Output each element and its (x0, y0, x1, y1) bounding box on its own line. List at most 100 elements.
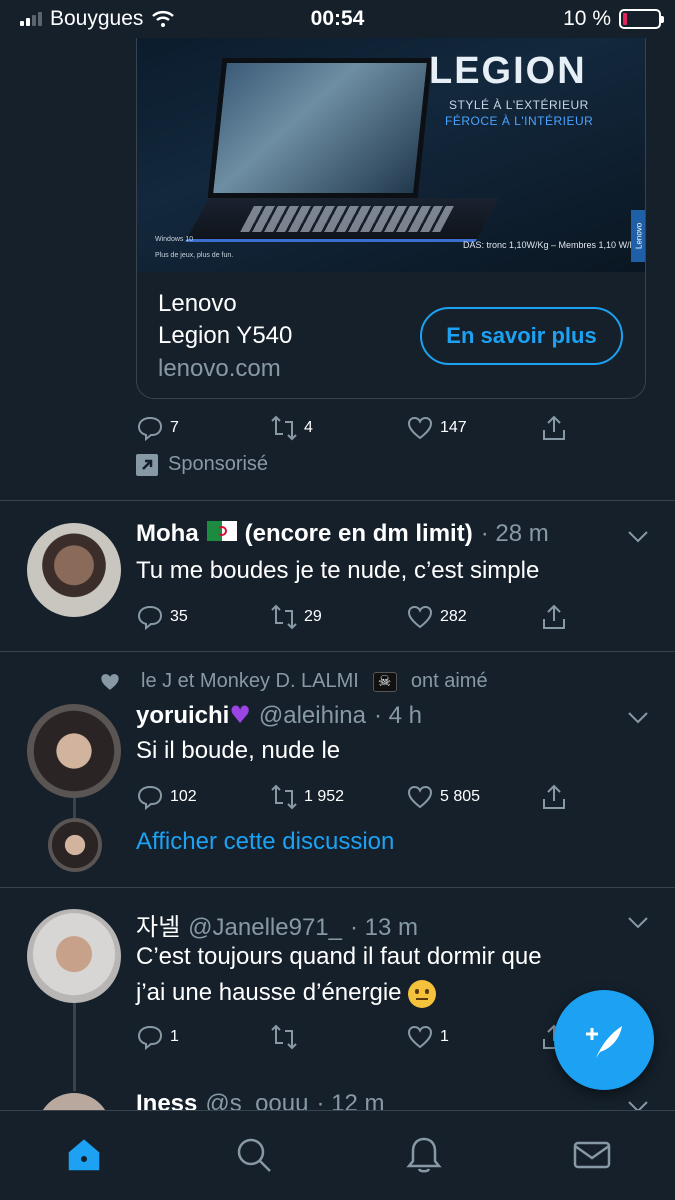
ad-image[interactable]: LEGION STYLÉ À L'EXTÉRIEUR FÉROCE À L'IN… (137, 38, 645, 272)
like-count: 282 (440, 608, 467, 625)
like-icon (407, 785, 433, 809)
thread-line (73, 1003, 76, 1091)
avatar[interactable] (27, 523, 121, 617)
reply-icon (137, 785, 163, 811)
windows-sub: Plus de jeux, plus de fun. (155, 252, 234, 259)
retweet-icon (271, 784, 297, 810)
carrier-name: Bouygues (50, 7, 144, 30)
tweet-header: Moha (encore en dm limit) · 28 m (136, 520, 549, 548)
retweet-count: 29 (304, 608, 322, 625)
search-icon (237, 1138, 271, 1172)
like-icon (407, 416, 433, 440)
reply-count: 7 (170, 419, 179, 436)
divider (0, 887, 675, 888)
social-context: le J et Monkey D. LALMI ont aimé (99, 670, 488, 693)
avatar[interactable] (27, 909, 121, 1003)
share-button[interactable] (540, 603, 568, 631)
liked-by-names[interactable]: le J et Monkey D. LALMI (141, 670, 359, 693)
ad-tagline-1: STYLÉ À L'EXTÉRIEUR (449, 98, 589, 112)
share-icon (543, 604, 565, 629)
like-count: 5 805 (440, 788, 481, 805)
tweet-header: 자넬 @Janelle971_ · 13 m (136, 907, 418, 942)
share-button[interactable] (540, 414, 568, 442)
status-left: Bouygues (20, 7, 175, 31)
thread-avatar[interactable] (48, 818, 102, 872)
avatar[interactable] (27, 704, 121, 798)
display-name[interactable]: yoruichi♥ (136, 701, 251, 730)
tab-notifications[interactable] (404, 1135, 444, 1175)
reply-icon (137, 1025, 163, 1051)
chevron-down-icon (628, 712, 648, 724)
show-thread-link[interactable]: Afficher cette discussion (136, 828, 394, 856)
display-name-suffix[interactable]: (encore en dm limit) (245, 520, 473, 548)
tweet-menu-button[interactable] (626, 910, 650, 934)
lenovo-side-badge: Lenovo (631, 210, 645, 262)
bottom-tab-bar (0, 1110, 675, 1200)
like-button[interactable]: 282 (406, 603, 467, 631)
keyboard-graphic (240, 206, 454, 232)
sponsored-label: Sponsorisé (136, 453, 268, 476)
reply-count: 102 (170, 788, 197, 805)
user-handle[interactable]: @Janelle971_ (188, 914, 342, 942)
like-button[interactable]: 5 805 (406, 783, 480, 811)
tweet-time: · 13 m (349, 914, 418, 941)
neutral-face-icon (408, 979, 437, 1008)
share-icon (543, 415, 565, 440)
reply-count: 1 (170, 1028, 179, 1045)
signal-icon (20, 12, 42, 26)
ad-title-line1: Lenovo (158, 290, 237, 317)
share-button[interactable] (540, 783, 568, 811)
tweet-time: · 4 h (373, 702, 423, 729)
liked-by-suffix: ont aimé (410, 670, 488, 692)
pirate-flag-icon (372, 671, 397, 692)
windows-label: Windows 10 (155, 236, 194, 243)
retweet-button[interactable]: 1 952 (270, 783, 344, 811)
tab-home[interactable] (64, 1135, 104, 1175)
das-label: DAS: tronc 1,10W/Kg – Membres 1,10 W/Kg (463, 240, 641, 250)
battery-icon (619, 9, 664, 29)
tweet-text: Si il boude, nude le (136, 737, 341, 764)
user-handle[interactable]: @aleihina (259, 702, 366, 730)
reply-button[interactable]: 7 (136, 414, 179, 442)
reply-button[interactable]: 102 (136, 783, 197, 811)
tweet-text: Tu me boudes je te nude, c’est simple (136, 557, 540, 584)
share-icon (543, 784, 565, 809)
retweet-button[interactable] (270, 1023, 304, 1051)
retweet-button[interactable]: 29 (270, 603, 322, 631)
ad-domain: lenovo.com (158, 355, 281, 382)
tab-search[interactable] (234, 1135, 274, 1175)
messages-icon (573, 1141, 611, 1169)
sponsored-text: Sponsorisé (168, 453, 269, 475)
thread-line (73, 798, 76, 820)
retweet-button[interactable]: 4 (270, 414, 313, 442)
reply-button[interactable]: 35 (136, 603, 188, 631)
reply-button[interactable]: 1 (136, 1023, 179, 1051)
home-icon (68, 1139, 100, 1171)
like-count: 1 (440, 1028, 449, 1045)
reply-icon (137, 605, 163, 631)
display-name[interactable]: 자넬 (136, 907, 180, 942)
retweet-count: 1 952 (304, 788, 345, 805)
tweet-text-line2: j’ai une hausse d’énergie (136, 975, 616, 1011)
tweet-menu-button[interactable] (626, 705, 650, 729)
tweet-text: C’est toujours quand il faut dormir que … (136, 939, 616, 1011)
algeria-flag-icon (206, 521, 237, 541)
ad-info: Lenovo Legion Y540 lenovo.com (158, 288, 292, 386)
learn-more-button[interactable]: En savoir plus (420, 307, 623, 365)
like-button[interactable]: 1 (406, 1023, 449, 1051)
tweet-menu-button[interactable] (626, 524, 650, 548)
ad-card[interactable]: LEGION STYLÉ À L'EXTÉRIEUR FÉROCE À L'IN… (136, 38, 646, 399)
compose-icon (586, 1026, 622, 1058)
retweet-icon (271, 1024, 297, 1050)
display-name[interactable]: Moha (136, 520, 199, 548)
like-icon (407, 1025, 433, 1049)
retweet-count: 4 (304, 419, 313, 436)
retweet-icon (271, 604, 297, 630)
wifi-icon (152, 11, 175, 27)
ad-tagline-2: FÉROCE À L'INTÉRIEUR (445, 114, 594, 128)
tab-messages[interactable] (572, 1135, 612, 1175)
status-right: 10 % (563, 7, 664, 31)
compose-tweet-button[interactable] (554, 990, 654, 1090)
like-button[interactable]: 147 (406, 414, 467, 442)
clock: 00:54 (310, 7, 365, 30)
